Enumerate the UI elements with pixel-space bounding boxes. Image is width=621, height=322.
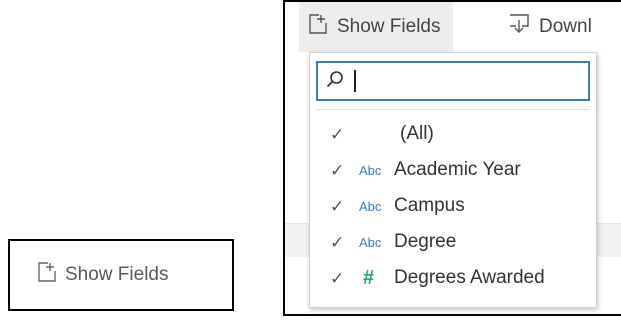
- show-fields-button[interactable]: Show Fields: [38, 261, 169, 289]
- toolbar-show-fields-label: Show Fields: [337, 16, 441, 37]
- check-icon: ✓: [330, 197, 345, 216]
- check-icon: ✓: [330, 233, 345, 252]
- check-icon: ✓: [330, 161, 345, 180]
- toolbar-show-fields-button[interactable]: Show Fields: [299, 2, 453, 52]
- download-icon: [509, 14, 529, 40]
- number-type-icon: #: [363, 266, 375, 289]
- text-cursor: [354, 70, 356, 92]
- show-fields-crop: Show Fields: [8, 239, 234, 311]
- plus-box-icon: [309, 14, 327, 40]
- toolbar-download-label: Downl: [539, 16, 592, 37]
- list-item[interactable]: ✓ # Degrees Awarded: [310, 260, 596, 296]
- toolbar-download-button[interactable]: Downl: [501, 2, 592, 52]
- field-list: ✓ (All) ✓ Abc Academic Year ✓ Abc Campus…: [310, 116, 596, 296]
- divider: [316, 109, 590, 110]
- search-box[interactable]: [316, 61, 590, 101]
- search-input[interactable]: [366, 70, 566, 92]
- show-fields-dropdown-crop: Show Fields Downl ✓ (All) ✓ Abc Academic…: [283, 0, 621, 316]
- check-icon: ✓: [330, 125, 345, 144]
- field-label: Campus: [394, 195, 465, 216]
- plus-box-icon: [38, 262, 56, 288]
- field-label: Degree: [394, 231, 457, 252]
- string-type-icon: Abc: [359, 162, 382, 178]
- toolbar: Show Fields Downl: [285, 2, 621, 52]
- list-item[interactable]: ✓ Abc Degree: [310, 224, 596, 260]
- list-item-all[interactable]: ✓ (All): [310, 116, 596, 152]
- show-fields-label: Show Fields: [65, 264, 169, 285]
- search-icon: [326, 70, 344, 93]
- field-label: Degrees Awarded: [394, 267, 545, 288]
- string-type-icon: Abc: [359, 234, 382, 250]
- show-fields-dropdown: ✓ (All) ✓ Abc Academic Year ✓ Abc Campus…: [309, 52, 597, 308]
- list-item[interactable]: ✓ Abc Campus: [310, 188, 596, 224]
- check-icon: ✓: [330, 269, 345, 288]
- field-label: (All): [400, 123, 434, 144]
- list-item[interactable]: ✓ Abc Academic Year: [310, 152, 596, 188]
- string-type-icon: Abc: [359, 198, 382, 214]
- field-label: Academic Year: [394, 159, 521, 180]
